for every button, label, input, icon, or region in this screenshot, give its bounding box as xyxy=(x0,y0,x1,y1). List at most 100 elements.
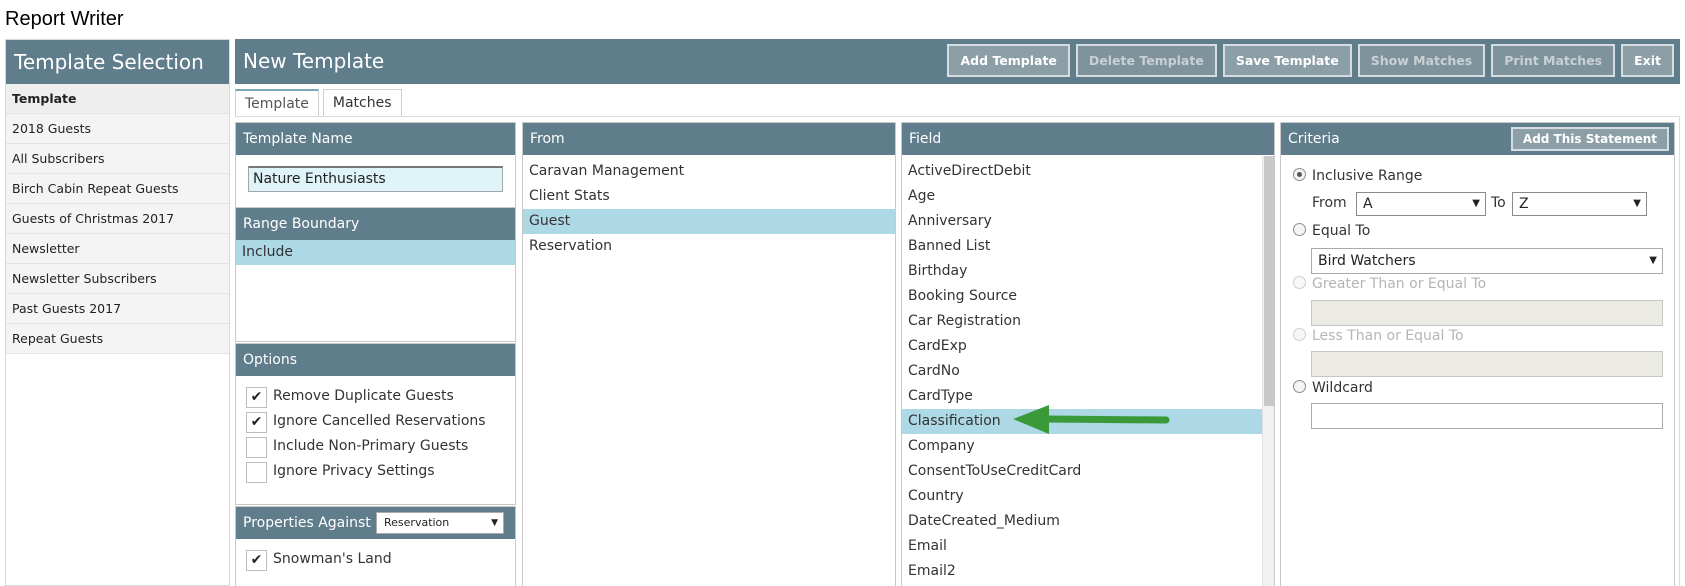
template-name-panel: Template Name Nature Enthusiasts xyxy=(235,122,516,208)
equal-to-option[interactable]: Equal To xyxy=(1293,223,1370,239)
field-scrollbar[interactable] xyxy=(1262,156,1274,586)
sidebar-item-newsletter[interactable]: Newsletter xyxy=(6,234,229,264)
print-matches-button[interactable]: Print Matches xyxy=(1491,44,1616,77)
snowmans-land-checkbox[interactable]: ✔ xyxy=(246,550,267,571)
range-boundary-item-include[interactable]: Include xyxy=(236,240,515,265)
from-item-reservation[interactable]: Reservation xyxy=(523,234,895,259)
range-from-select[interactable]: A ▼ xyxy=(1356,192,1486,216)
field-item[interactable]: CardNo xyxy=(902,359,1262,384)
field-item[interactable]: CardExp xyxy=(902,334,1262,359)
criteria-header: Criteria Add This Statement xyxy=(1281,123,1674,155)
from-item-client-stats[interactable]: Client Stats xyxy=(523,184,895,209)
options-header: Options xyxy=(236,344,515,376)
tab-bar: Template Matches xyxy=(235,89,402,117)
equal-to-radio[interactable] xyxy=(1293,223,1306,236)
properties-against-label: Properties Against xyxy=(243,515,371,531)
field-item[interactable]: Birthday xyxy=(902,259,1262,284)
field-item[interactable]: Email xyxy=(902,534,1262,559)
options-panel: Options ✔ Remove Duplicate Guests ✔ Igno… xyxy=(235,343,516,505)
sidebar-item-all-subscribers[interactable]: All Subscribers xyxy=(6,144,229,174)
ignore-cancelled-reservations-checkbox[interactable]: ✔ xyxy=(246,412,267,433)
inclusive-range-label: Inclusive Range xyxy=(1312,168,1423,184)
page-title: New Template xyxy=(243,49,385,73)
option-label: Ignore Cancelled Reservations xyxy=(273,413,486,429)
field-item[interactable]: Car Registration xyxy=(902,309,1262,334)
option-remove-duplicate-guests: ✔ Remove Duplicate Guests xyxy=(236,384,515,409)
main-header-bar: New Template Add Template Delete Templat… xyxy=(235,39,1680,84)
wildcard-radio[interactable] xyxy=(1293,380,1306,393)
less-than-option[interactable]: Less Than or Equal To xyxy=(1293,328,1464,344)
chevron-down-icon: ▼ xyxy=(491,518,498,528)
field-item[interactable]: Booking Source xyxy=(902,284,1262,309)
sidebar-item-birch-cabin-repeat-guests[interactable]: Birch Cabin Repeat Guests xyxy=(6,174,229,204)
include-non-primary-guests-checkbox[interactable] xyxy=(246,437,267,458)
from-header: From xyxy=(523,123,895,155)
sidebar-item-guests-of-christmas-2017[interactable]: Guests of Christmas 2017 xyxy=(6,204,229,234)
equal-to-value: Bird Watchers xyxy=(1318,253,1416,269)
less-than-label: Less Than or Equal To xyxy=(1312,328,1464,344)
properties-against-value: Reservation xyxy=(384,516,450,529)
field-item[interactable]: Banned List xyxy=(902,234,1262,259)
template-name-input[interactable]: Nature Enthusiasts xyxy=(248,166,503,192)
wildcard-input[interactable] xyxy=(1311,403,1663,429)
field-panel: Field ActiveDirectDebit Age Anniversary … xyxy=(901,122,1275,586)
show-matches-button[interactable]: Show Matches xyxy=(1357,44,1486,77)
template-selection-header: Template Selection xyxy=(6,40,229,84)
chevron-down-icon: ▼ xyxy=(1649,255,1657,266)
from-item-caravan-management[interactable]: Caravan Management xyxy=(523,159,895,184)
field-scrollbar-thumb[interactable] xyxy=(1264,156,1274,406)
option-ignore-cancelled-reservations: ✔ Ignore Cancelled Reservations xyxy=(236,409,515,434)
equal-to-select[interactable]: Bird Watchers ▼ xyxy=(1311,248,1663,274)
ignore-privacy-settings-checkbox[interactable] xyxy=(246,462,267,483)
from-item-guest[interactable]: Guest xyxy=(523,209,895,234)
exit-button[interactable]: Exit xyxy=(1621,44,1674,77)
wildcard-label: Wildcard xyxy=(1312,380,1373,396)
less-than-radio[interactable] xyxy=(1293,328,1306,341)
from-panel: From Caravan Management Client Stats Gue… xyxy=(522,122,896,586)
tab-template[interactable]: Template xyxy=(235,89,319,117)
properties-against-panel: Properties Against Reservation ▼ ✔ Snowm… xyxy=(235,506,516,586)
chevron-down-icon: ▼ xyxy=(1472,198,1480,209)
inclusive-range-radio[interactable] xyxy=(1293,168,1306,181)
add-this-statement-button[interactable]: Add This Statement xyxy=(1510,127,1669,151)
delete-template-button[interactable]: Delete Template xyxy=(1075,44,1217,77)
greater-than-radio[interactable] xyxy=(1293,276,1306,289)
inclusive-range-option[interactable]: Inclusive Range xyxy=(1293,168,1422,184)
option-label: Ignore Privacy Settings xyxy=(273,463,435,479)
field-item[interactable]: DateCreated_Medium xyxy=(902,509,1262,534)
field-item[interactable]: Email2 xyxy=(902,559,1262,584)
save-template-button[interactable]: Save Template xyxy=(1222,44,1352,77)
greater-than-label: Greater Than or Equal To xyxy=(1312,276,1487,292)
option-include-non-primary-guests: Include Non-Primary Guests xyxy=(236,434,515,459)
add-template-button[interactable]: Add Template xyxy=(947,44,1070,77)
sidebar-item-repeat-guests[interactable]: Repeat Guests xyxy=(6,324,229,354)
content-border xyxy=(1679,116,1680,586)
range-boundary-header: Range Boundary xyxy=(236,208,515,240)
field-item[interactable]: ActiveDirectDebit xyxy=(902,159,1262,184)
less-than-input[interactable] xyxy=(1311,351,1663,377)
field-item[interactable]: Age xyxy=(902,184,1262,209)
remove-duplicate-guests-checkbox[interactable]: ✔ xyxy=(246,387,267,408)
tab-matches[interactable]: Matches xyxy=(322,89,402,117)
property-label: Snowman's Land xyxy=(273,551,392,567)
criteria-panel: Criteria Add This Statement Inclusive Ra… xyxy=(1280,122,1675,586)
field-list: ActiveDirectDebit Age Anniversary Banned… xyxy=(902,159,1262,584)
equal-to-label: Equal To xyxy=(1312,223,1371,239)
field-item[interactable]: ConsentToUseCreditCard xyxy=(902,459,1262,484)
greater-than-option[interactable]: Greater Than or Equal To xyxy=(1293,276,1486,292)
criteria-title: Criteria xyxy=(1288,131,1340,147)
sidebar-item-2018-guests[interactable]: 2018 Guests xyxy=(6,114,229,144)
wildcard-option[interactable]: Wildcard xyxy=(1293,380,1373,396)
field-item[interactable]: Anniversary xyxy=(902,209,1262,234)
option-label: Remove Duplicate Guests xyxy=(273,388,454,404)
properties-against-select[interactable]: Reservation ▼ xyxy=(376,512,504,534)
range-to-select[interactable]: Z ▼ xyxy=(1512,192,1647,216)
field-header: Field xyxy=(902,123,1274,155)
greater-than-input[interactable] xyxy=(1311,300,1663,326)
template-name-header: Template Name xyxy=(236,123,515,155)
sidebar-item-past-guests-2017[interactable]: Past Guests 2017 xyxy=(6,294,229,324)
annotation-arrow-icon xyxy=(1013,405,1170,434)
field-item[interactable]: Country xyxy=(902,484,1262,509)
sidebar-item-template[interactable]: Template xyxy=(6,84,229,114)
sidebar-item-newsletter-subscribers[interactable]: Newsletter Subscribers xyxy=(6,264,229,294)
